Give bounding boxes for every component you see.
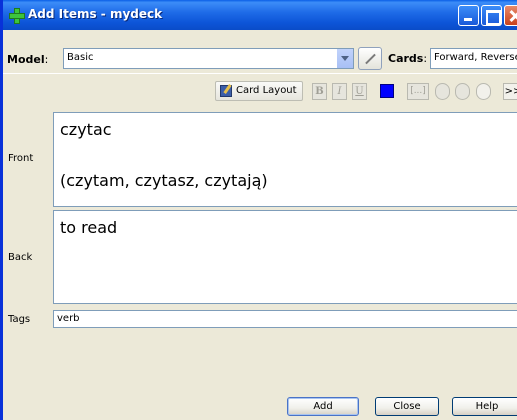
card-layout-button[interactable]: Card Layout (215, 81, 303, 101)
cloze-button[interactable]: [...] (407, 83, 429, 100)
tags-input[interactable]: verb (53, 310, 517, 328)
window-title: Add Items - mydeck (28, 7, 163, 21)
more-options-button[interactable]: >> (503, 83, 517, 100)
model-select[interactable]: Basic (63, 48, 354, 69)
tags-value: verb (57, 313, 80, 324)
card-layout-icon (220, 85, 232, 97)
back-field-label: Back (8, 252, 33, 263)
cards-select-value: Forward, Reverse (434, 52, 517, 63)
bold-button[interactable]: B (312, 83, 327, 100)
back-field[interactable]: to read (53, 210, 517, 304)
text-color-button[interactable] (380, 84, 394, 98)
help-button[interactable]: Help (452, 397, 517, 416)
cards-select[interactable]: Forward, Reverse (430, 48, 517, 69)
attach-picture-icon[interactable] (435, 83, 450, 100)
close-window-button[interactable] (504, 5, 517, 26)
title-bar[interactable]: Add Items - mydeck (3, 0, 517, 30)
front-field-label: Front (8, 153, 34, 164)
underline-button[interactable]: U (352, 83, 367, 100)
divider (3, 73, 517, 74)
add-button[interactable]: Add (287, 397, 359, 416)
edit-model-button[interactable] (358, 47, 382, 70)
back-field-line1: to read (60, 218, 118, 237)
front-field-line1: czytac (60, 120, 112, 139)
add-plus-icon (8, 7, 25, 24)
record-audio-icon[interactable] (455, 83, 470, 100)
maximize-button[interactable] (481, 5, 502, 26)
minimize-button[interactable] (458, 5, 479, 26)
front-field-line2: (czytam, czytasz, czytają) (60, 171, 268, 190)
front-field[interactable]: czytac (czytam, czytasz, czytają) (53, 112, 517, 207)
chevron-down-icon[interactable] (336, 49, 353, 68)
tags-label: Tags (8, 314, 31, 325)
latex-icon[interactable] (476, 83, 491, 100)
model-label: Model: (7, 53, 49, 66)
card-layout-label: Card Layout (236, 85, 297, 96)
italic-button[interactable]: I (332, 83, 347, 100)
model-select-value: Basic (67, 52, 94, 63)
add-items-window: Add Items - mydeck Model: Basic Cards: F… (0, 0, 517, 420)
close-button[interactable]: Close (375, 397, 439, 416)
cards-label: Cards: (388, 52, 428, 65)
